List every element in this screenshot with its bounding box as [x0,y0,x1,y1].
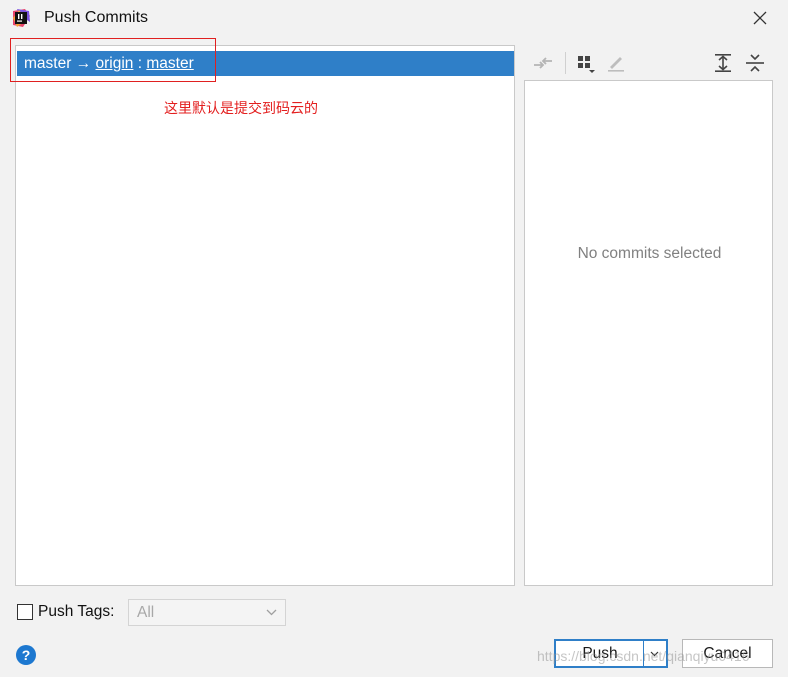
edit-pencil-icon[interactable] [604,51,628,75]
close-icon[interactable] [744,4,776,32]
push-dropdown-button[interactable] [644,639,668,668]
push-tags-label[interactable]: Push Tags: [38,603,114,621]
commit-details-panel: No commits selected [524,80,773,586]
remote-branch-link[interactable]: master [146,55,193,72]
local-branch: master [24,55,72,72]
annotation-text: 这里默认是提交到码云的 [164,101,318,117]
collapse-all-icon[interactable] [743,51,767,75]
expand-all-icon[interactable] [711,51,735,75]
branch-row-master[interactable]: master → origin : master [17,51,514,76]
chevron-down-icon [650,651,659,657]
intellij-idea-icon [13,9,30,27]
merge-arrows-icon[interactable] [531,51,555,75]
cancel-button[interactable]: Cancel [682,639,773,668]
title-bar: Push Commits [0,0,788,38]
toolbar-separator [565,52,566,74]
window-title: Push Commits [44,9,149,26]
branch-separator: : [137,55,143,72]
empty-state-text: No commits selected [577,245,722,262]
push-button[interactable]: Push [554,639,644,668]
push-tree-panel: master → origin : master [15,45,515,586]
arrow-icon: → [75,55,92,72]
cancel-button-label: Cancel [703,645,752,662]
push-tags-checkbox[interactable] [17,604,33,620]
push-button-label: Push [582,645,618,662]
group-by-icon[interactable] [575,51,599,75]
chevron-down-icon [266,609,277,616]
tags-select-value: All [137,604,155,621]
tags-select[interactable]: All [128,599,286,626]
help-icon[interactable]: ? [16,645,36,665]
remote-link[interactable]: origin [96,55,134,72]
